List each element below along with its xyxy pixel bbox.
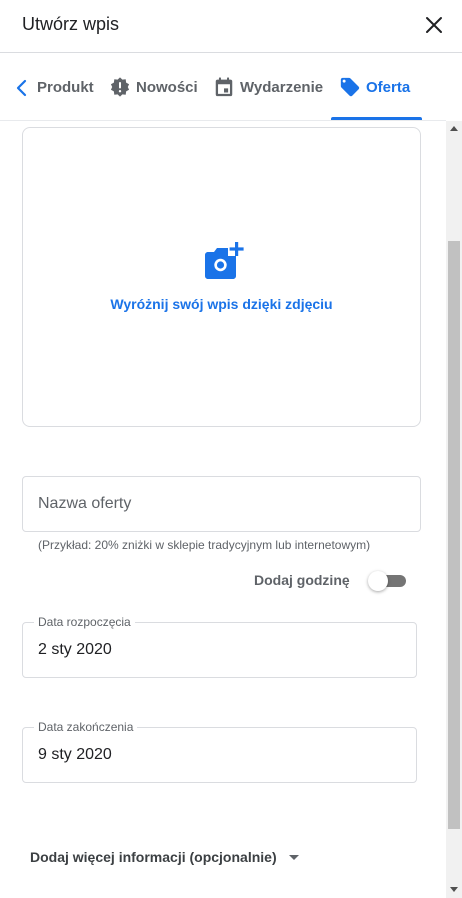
dialog-title: Utwórz wpis [22,14,120,34]
add-photo-icon [205,242,244,279]
add-hour-toggle[interactable] [368,570,408,592]
scrollbar-thumb[interactable] [448,241,460,829]
divider [0,120,446,121]
end-date-field[interactable]: Data zakończenia 9 sty 2020 [22,720,417,783]
more-info-label: Dodaj więcej informacji (opcjonalnie) [30,849,277,865]
end-date-value: 9 sty 2020 [38,746,112,763]
add-photo-area[interactable]: Wyróżnij swój wpis dzięki zdjęciu [22,127,421,427]
tab-produkt[interactable]: Produkt [37,54,94,120]
tab-label: Wydarzenie [240,78,324,96]
dialog-header: Utwórz wpis [0,0,462,53]
post-type-tabs: Produkt Nowości Wydarzenie Oferta [0,54,462,120]
start-date-value: 2 sty 2020 [38,641,112,658]
caret-down-icon [288,854,299,860]
end-date-label: Data zakończenia [34,720,138,734]
scroll-up-arrow-icon[interactable] [450,126,458,131]
add-hour-label: Dodaj godzinę [254,572,350,588]
add-photo-label: Wyróżnij swój wpis dzięki zdjęciu [110,296,333,312]
close-icon[interactable] [422,13,446,37]
tab-label: Produkt [37,78,94,96]
scroll-down-arrow-icon[interactable] [450,887,458,892]
tab-label: Oferta [366,78,411,96]
tab-wydarzenie[interactable]: Wydarzenie [213,54,323,120]
calendar-icon [215,77,233,97]
start-date-field[interactable]: Data rozpoczęcia 2 sty 2020 [22,615,417,678]
tab-nowosci[interactable]: Nowości [109,54,198,120]
offer-name-placeholder: Nazwa oferty [38,495,132,512]
start-date-label: Data rozpoczęcia [34,615,135,629]
tab-oferta[interactable]: Oferta [339,54,410,120]
more-info-button[interactable]: Dodaj więcej informacji (opcjonalnie) [30,849,299,865]
offer-name-helper: (Przykład: 20% zniżki w sklepie tradycyj… [38,538,371,552]
chevron-left-icon[interactable] [12,78,32,98]
news-badge-icon [110,77,130,97]
offer-name-field[interactable]: Nazwa oferty [22,476,421,532]
tag-icon [340,77,360,97]
toggle-knob [368,571,388,591]
tab-label: Nowości [136,78,198,96]
